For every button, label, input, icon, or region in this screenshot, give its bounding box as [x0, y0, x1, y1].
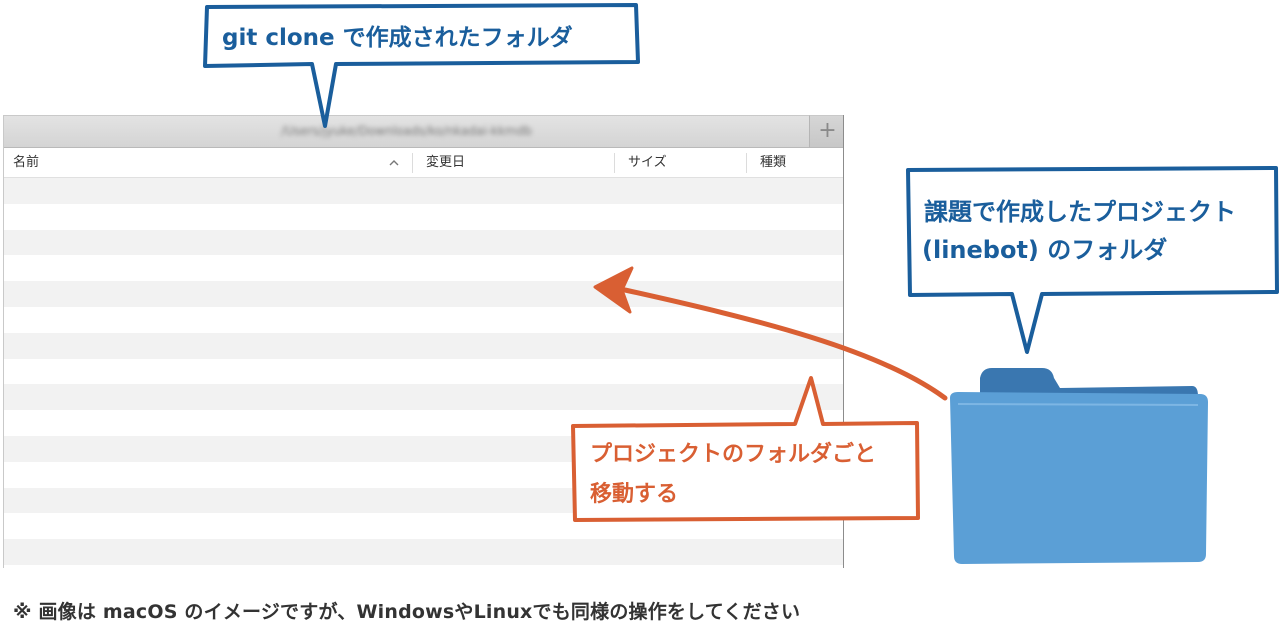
list-row — [4, 229, 843, 256]
column-header-kind-label: 種類 — [760, 155, 787, 170]
column-header-modified[interactable]: 変更日 — [417, 148, 614, 178]
list-row — [4, 281, 843, 307]
list-row — [4, 204, 843, 230]
list-row — [4, 410, 843, 436]
footnote: ※ 画像は macOS のイメージですが、WindowsやLinuxでも同様の操… — [13, 601, 801, 623]
column-divider — [746, 153, 747, 173]
column-divider — [412, 153, 413, 173]
column-header-size[interactable]: サイズ — [619, 148, 745, 178]
list-row — [4, 255, 843, 281]
column-divider — [614, 153, 615, 173]
column-header-row: 名前 変更日 サイズ 種類 — [4, 148, 843, 178]
clone-callout-text: git clone で作成されたフォルダ — [222, 25, 573, 51]
list-row — [4, 332, 843, 359]
file-list[interactable] — [4, 178, 843, 568]
sort-ascending-icon[interactable] — [387, 157, 401, 169]
list-row — [4, 359, 843, 385]
add-tab-icon[interactable]: + — [809, 115, 843, 148]
column-header-name[interactable]: 名前 — [4, 148, 412, 178]
list-row — [4, 178, 843, 204]
list-row — [4, 487, 843, 514]
list-row — [4, 307, 843, 333]
project-callout-line1: 課題で作成したプロジェクト — [924, 198, 1236, 226]
column-header-name-label: 名前 — [13, 155, 40, 170]
list-row — [4, 384, 843, 411]
project-callout-line2: (linebot) のフォルダ — [922, 236, 1168, 264]
column-header-size-label: サイズ — [628, 155, 667, 170]
path-bar-title: /Users/jyuke/Downloads/ko/nkadai-kkmdb — [281, 124, 532, 138]
list-row — [4, 539, 843, 565]
column-header-kind[interactable]: 種類 — [751, 148, 843, 178]
path-bar: /Users/jyuke/Downloads/ko/nkadai-kkmdb — [4, 115, 809, 148]
column-header-modified-label: 変更日 — [426, 155, 466, 170]
move-callout-line2: 移動する — [590, 482, 679, 507]
list-row — [4, 513, 843, 539]
finder-window: /Users/jyuke/Downloads/ko/nkadai-kkmdb +… — [3, 115, 844, 568]
move-callout-line1: プロジェクトのフォルダごと — [590, 442, 877, 467]
